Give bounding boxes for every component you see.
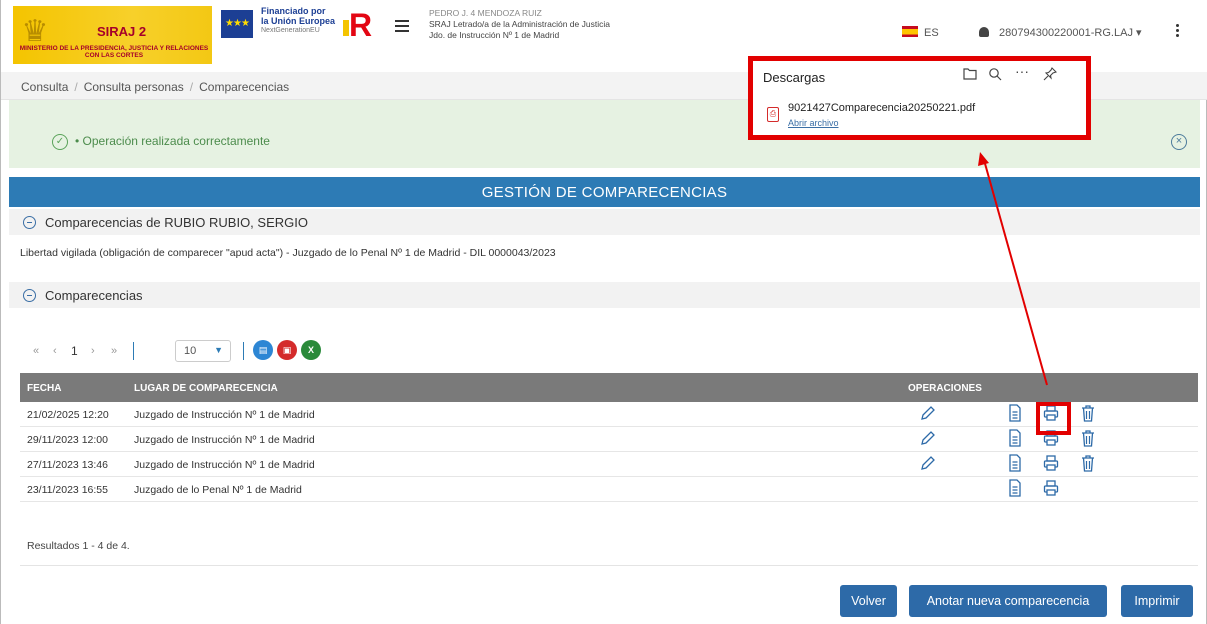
cell-lugar: Juzgado de lo Penal Nº 1 de Madrid (134, 484, 302, 496)
table-row: 23/11/2023 16:55 Juzgado de lo Penal Nº 1… (20, 477, 1198, 502)
measure-description: Libertad vigilada (obligación de compare… (20, 247, 556, 259)
first-page-button[interactable]: « (33, 338, 39, 364)
header-fecha: FECHA (27, 383, 62, 394)
eu-funding-text: Financiado por la Unión Europea NextGene… (261, 6, 336, 34)
delete-icon[interactable] (1079, 454, 1097, 474)
downloads-panel: Descargas ··· ⎙ 9021427Comparecencia2025… (748, 56, 1091, 140)
cell-fecha: 23/11/2023 16:55 (27, 484, 108, 496)
excel-export-icon[interactable]: X (301, 340, 321, 360)
search-icon[interactable] (988, 67, 1002, 84)
more-icon[interactable]: ··· (1015, 63, 1029, 79)
print-button[interactable]: Imprimir (1121, 585, 1193, 617)
document-icon[interactable] (1006, 404, 1024, 424)
recovery-plan-logo: R (343, 8, 379, 42)
language-selector[interactable]: ES (902, 26, 939, 39)
pin-icon[interactable] (1043, 67, 1058, 84)
page: ♛ SIRAJ 2 MINISTERIO DE LA PRESIDENCIA, … (0, 0, 1207, 624)
new-comparecencia-button[interactable]: Anotar nueva comparecencia (909, 585, 1107, 617)
print-icon[interactable] (1042, 479, 1060, 499)
chevron-down-icon: ▾ (1136, 27, 1142, 39)
siraj-logo[interactable]: ♛ SIRAJ 2 MINISTERIO DE LA PRESIDENCIA, … (13, 6, 212, 64)
cell-fecha: 29/11/2023 12:00 (27, 434, 108, 446)
edit-icon[interactable] (918, 429, 936, 449)
cell-fecha: 21/02/2025 12:20 (27, 409, 109, 421)
table-row: 21/02/2025 12:20 Juzgado de Instrucción N… (20, 402, 1198, 427)
chevron-down-icon: ▼ (214, 345, 223, 355)
document-icon[interactable] (1006, 429, 1024, 449)
edit-icon[interactable] (918, 404, 936, 424)
table-row: 27/11/2023 13:46 Juzgado de Instrucción N… (20, 452, 1198, 477)
edit-icon[interactable] (918, 454, 936, 474)
app-name: SIRAJ 2 (97, 24, 147, 39)
spain-flag-icon (902, 26, 918, 37)
ministry-name: MINISTERIO DE LA PRESIDENCIA, JUSTICIA Y… (19, 45, 209, 59)
collapse-icon[interactable] (23, 289, 36, 302)
page-title: GESTIÓN DE COMPARECENCIAS (9, 177, 1200, 207)
downloads-title: Descargas (763, 70, 826, 85)
back-button[interactable]: Volver (840, 585, 897, 617)
document-icon[interactable] (1006, 479, 1024, 499)
alert-message: • Operación realizada correctamente (75, 134, 270, 148)
breadcrumb-item[interactable]: Consulta (21, 80, 68, 94)
section-list[interactable]: Comparecencias (9, 282, 1200, 308)
document-icon[interactable] (1006, 454, 1024, 474)
pdf-export-icon[interactable]: ▣ (277, 340, 297, 360)
cell-lugar: Juzgado de Instrucción Nº 1 de Madrid (134, 409, 315, 421)
collapse-icon[interactable] (23, 216, 36, 229)
pdf-file-icon: ⎙ (767, 107, 779, 122)
table-row: 29/11/2023 12:00 Juzgado de Instrucción N… (20, 427, 1198, 452)
doc-export-icon[interactable]: ▤ (253, 340, 273, 360)
cell-lugar: Juzgado de Instrucción Nº 1 de Madrid (134, 434, 315, 446)
check-circle-icon: ✓ (52, 134, 68, 150)
current-page[interactable]: 1 (71, 338, 78, 364)
delete-icon[interactable] (1079, 404, 1097, 424)
open-file-link[interactable]: Abrir archivo (788, 118, 839, 128)
user-menu[interactable]: 280794300220001-RG.LAJ ▾ (979, 26, 1142, 39)
header-lugar: LUGAR DE COMPARECENCIA (134, 383, 278, 394)
section-person[interactable]: Comparecencias de RUBIO RUBIO, SERGIO (9, 209, 1200, 235)
last-page-button[interactable]: » (111, 338, 117, 364)
results-count: Resultados 1 - 4 de 4. (27, 540, 130, 552)
table-header: FECHA LUGAR DE COMPARECENCIA OPERACIONES (20, 373, 1198, 402)
download-file-name[interactable]: 9021427Comparecencia20250221.pdf (788, 102, 975, 114)
folder-icon[interactable] (963, 67, 977, 83)
print-icon[interactable] (1042, 454, 1060, 474)
kebab-menu-icon[interactable] (1176, 24, 1180, 39)
user-icon (979, 27, 989, 37)
next-page-button[interactable]: › (91, 338, 95, 364)
cell-fecha: 27/11/2023 13:46 (27, 459, 108, 471)
breadcrumb-item[interactable]: Consulta personas (84, 80, 184, 94)
print-highlight (1036, 402, 1071, 435)
cell-lugar: Juzgado de Instrucción Nº 1 de Madrid (134, 459, 315, 471)
header-operaciones: OPERACIONES (908, 383, 982, 394)
breadcrumb-item: Comparecencias (199, 80, 290, 94)
comparecencias-table: FECHA LUGAR DE COMPARECENCIA OPERACIONES… (20, 373, 1198, 502)
page-size-select[interactable]: 10 ▼ (175, 340, 231, 362)
eu-flag-icon: ★★★ (221, 10, 253, 38)
user-info: PEDRO J. 4 MENDOZA RUIZ SRAJ Letrado/a d… (429, 8, 610, 40)
prev-page-button[interactable]: ‹ (53, 338, 57, 364)
menu-icon[interactable] (395, 20, 409, 32)
close-icon[interactable]: × (1171, 134, 1187, 150)
delete-icon[interactable] (1079, 429, 1097, 449)
